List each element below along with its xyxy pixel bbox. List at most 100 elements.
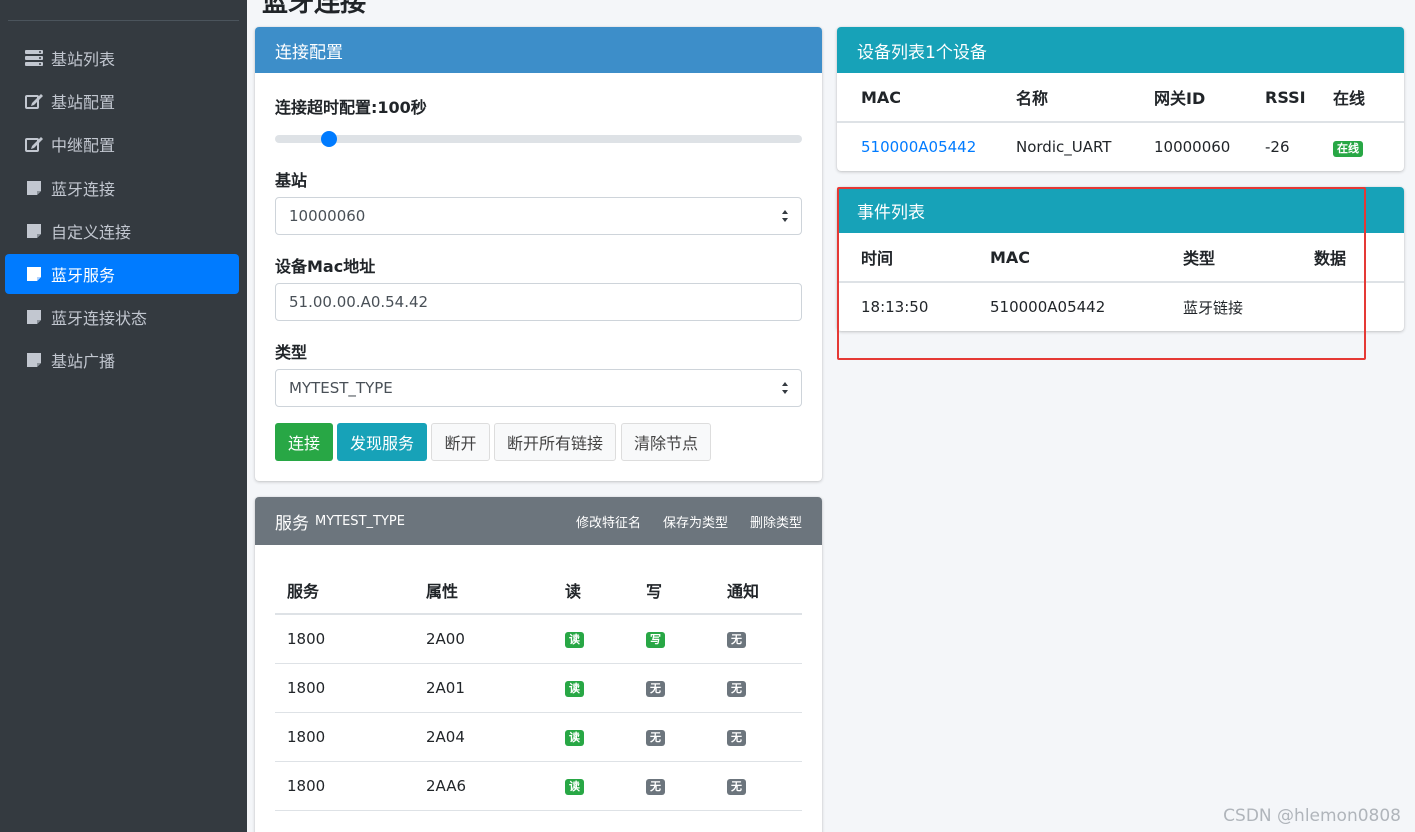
event-data-cell <box>1290 282 1404 331</box>
select-arrows-icon <box>782 210 788 222</box>
notify-badge: 无 <box>727 632 746 649</box>
table-row: 18:13:50 510000A05442 蓝牙链接 <box>837 282 1404 331</box>
card-title: 服务 <box>275 513 309 534</box>
sidebar-item-label: 蓝牙服务 <box>51 266 116 285</box>
event-list-header: 事件列表 <box>837 187 1404 233</box>
column-header: MAC <box>861 87 902 107</box>
save-as-type-link[interactable]: 保存为类型 <box>663 512 728 531</box>
column-header: RSSI <box>1265 87 1306 107</box>
server-icon <box>25 50 43 66</box>
attribute-cell: 2AA6 <box>426 776 467 795</box>
sidebar-item-label: 基站广播 <box>51 352 116 371</box>
sidebar-item-label: 蓝牙连接 <box>51 180 116 199</box>
table-row: 1800 2AA6 读 无 无 <box>275 761 802 810</box>
column-header: 写 <box>646 581 663 601</box>
sidebar-item-label: 自定义连接 <box>51 223 132 242</box>
note-icon <box>25 352 43 368</box>
notify-badge: 无 <box>727 681 746 697</box>
rssi-cell: -26 <box>1265 138 1290 156</box>
sidebar-item-label: 基站列表 <box>51 50 116 69</box>
event-list-card: 事件列表 时间 MAC 类型 数据 18:13:50 510000A05442 … <box>837 187 1404 331</box>
column-header: 类型 <box>1183 249 1216 268</box>
mac-label: 设备Mac地址 <box>275 257 376 276</box>
delete-type-link[interactable]: 删除类型 <box>750 512 802 531</box>
card-title: 连接配置 <box>275 42 343 63</box>
column-header: 属性 <box>426 581 459 601</box>
connection-config-card: 连接配置 连接超时配置:100秒 基站 10000060 设备Mac地址 51.… <box>255 27 822 481</box>
service-table: 服务 属性 读 写 通知 1800 2A00 读 写 无 1800 2A01 读… <box>275 566 802 811</box>
sidebar-item-base-station-config[interactable]: 基站配置 <box>5 81 239 121</box>
clear-nodes-button[interactable]: 清除节点 <box>621 423 711 461</box>
select-arrows-icon <box>782 382 788 394</box>
sidebar-item-label: 蓝牙连接状态 <box>51 309 148 328</box>
sidebar-item-bluetooth-service[interactable]: 蓝牙服务 <box>5 254 239 294</box>
sidebar-item-bluetooth-status[interactable]: 蓝牙连接状态 <box>5 297 239 337</box>
device-list-card: 设备列表1个设备 MAC 名称 网关ID RSSI 在线 510000A0544… <box>837 27 1404 171</box>
column-header: 通知 <box>727 581 760 601</box>
service-cell: 1800 <box>287 678 326 697</box>
column-header: 时间 <box>861 249 894 268</box>
table-row: 1800 2A04 读 无 无 <box>275 712 802 761</box>
page-title: 蓝牙连接 <box>262 0 367 18</box>
write-badge[interactable]: 写 <box>646 632 665 649</box>
service-cell: 1800 <box>287 776 326 795</box>
device-mac-link[interactable]: 510000A05442 <box>837 122 992 171</box>
event-time-cell: 18:13:50 <box>861 298 929 316</box>
connect-button[interactable]: 连接 <box>275 423 333 461</box>
device-table: MAC 名称 网关ID RSSI 在线 510000A05442 Nordic_… <box>837 73 1404 171</box>
device-list-header: 设备列表1个设备 <box>837 27 1404 73</box>
discover-service-button[interactable]: 发现服务 <box>337 423 427 461</box>
watermark: CSDN @hlemon0808 <box>1223 806 1401 826</box>
card-title: 设备列表1个设备 <box>857 42 987 63</box>
device-name-cell: Nordic_UART <box>1016 138 1112 156</box>
table-row: 1800 2A00 读 写 无 <box>275 614 802 663</box>
online-badge: 在线 <box>1333 140 1363 157</box>
attribute-cell: 2A00 <box>426 629 465 648</box>
sidebar-item-base-station-broadcast[interactable]: 基站广播 <box>5 340 239 380</box>
service-card: 服务 MYTEST_TYPE 修改特征名 保存为类型 删除类型 服务 属性 读 … <box>255 497 822 832</box>
sidebar-item-relay-config[interactable]: 中继配置 <box>5 124 239 164</box>
service-cell: 1800 <box>287 727 326 746</box>
read-badge[interactable]: 读 <box>565 730 584 746</box>
read-badge[interactable]: 读 <box>565 681 584 697</box>
timeout-label: 连接超时配置:100秒 <box>275 98 427 117</box>
base-station-select[interactable]: 10000060 <box>275 197 802 235</box>
event-table: 时间 MAC 类型 数据 18:13:50 510000A05442 蓝牙链接 <box>837 233 1404 331</box>
base-station-label: 基站 <box>275 171 308 190</box>
sidebar-item-bluetooth-connect[interactable]: 蓝牙连接 <box>5 168 239 208</box>
note-icon <box>25 266 43 282</box>
event-type-cell: 蓝牙链接 <box>1183 298 1244 317</box>
read-badge[interactable]: 读 <box>565 779 584 795</box>
sidebar-item-label: 中继配置 <box>51 136 116 155</box>
edit-characteristic-link[interactable]: 修改特征名 <box>576 512 641 531</box>
column-header: 网关ID <box>1154 89 1206 108</box>
table-row: 510000A05442 Nordic_UART 10000060 -26 在线 <box>837 122 1404 171</box>
column-header: 服务 <box>287 581 320 601</box>
service-header-links: 修改特征名 保存为类型 删除类型 <box>576 512 802 531</box>
disconnect-all-button[interactable]: 断开所有链接 <box>494 423 616 461</box>
type-label: 类型 <box>275 343 308 362</box>
edit-icon <box>25 136 43 152</box>
disconnect-button[interactable]: 断开 <box>431 423 490 461</box>
notify-badge: 无 <box>727 779 746 795</box>
card-title: 事件列表 <box>857 202 925 223</box>
column-header: MAC <box>990 247 1031 267</box>
gateway-cell: 10000060 <box>1154 138 1231 156</box>
read-badge[interactable]: 读 <box>565 632 584 649</box>
timeout-slider-thumb[interactable] <box>321 131 337 147</box>
sidebar-item-base-station-list[interactable]: 基站列表 <box>5 38 239 78</box>
column-header: 读 <box>565 581 582 601</box>
write-badge: 无 <box>646 779 665 795</box>
mac-input[interactable]: 51.00.00.A0.54.42 <box>275 283 802 321</box>
write-badge: 无 <box>646 730 665 746</box>
notify-badge: 无 <box>727 730 746 746</box>
input-value: 51.00.00.A0.54.42 <box>289 293 429 311</box>
connection-config-header: 连接配置 <box>255 27 822 73</box>
timeout-slider[interactable] <box>275 135 802 143</box>
sidebar-item-label: 基站配置 <box>51 93 116 112</box>
type-select[interactable]: MYTEST_TYPE <box>275 369 802 407</box>
sidebar-item-custom-connect[interactable]: 自定义连接 <box>5 211 239 251</box>
select-value: 10000060 <box>289 207 366 225</box>
sidebar-divider <box>8 20 239 21</box>
edit-icon <box>25 93 43 109</box>
